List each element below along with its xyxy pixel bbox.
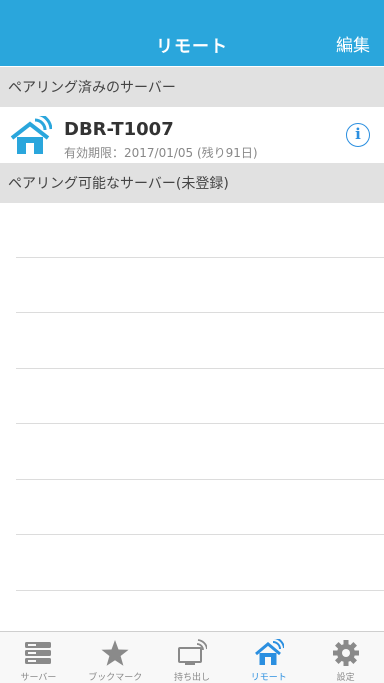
- list-separator: [16, 590, 384, 591]
- list-separator: [16, 534, 384, 535]
- tab-remote[interactable]: リモート: [230, 632, 307, 683]
- tab-label: サーバー: [20, 673, 57, 683]
- paired-servers-header: ペアリング済みのサーバー: [0, 67, 384, 107]
- info-button[interactable]: i: [346, 123, 370, 147]
- server-name: DBR-T1007: [64, 119, 174, 140]
- list-separator: [16, 479, 384, 480]
- list-separator: [16, 312, 384, 313]
- tab-label: 持ち出し: [173, 673, 210, 683]
- gear-icon: [332, 640, 359, 666]
- tab-takeout[interactable]: 持ち出し: [154, 632, 231, 683]
- tab-label: リモート: [250, 673, 287, 683]
- tab-server[interactable]: サーバー: [0, 632, 77, 683]
- house-wifi-icon: [10, 116, 52, 154]
- list-separator: [16, 257, 384, 258]
- tab-bar: サーバー ブックマーク 持ち出し リモート 設定: [0, 631, 384, 683]
- list-separator: [16, 423, 384, 424]
- tab-label: 設定: [336, 673, 355, 683]
- available-servers-list: [0, 203, 384, 631]
- tab-settings[interactable]: 設定: [307, 632, 384, 683]
- list-separator: [16, 368, 384, 369]
- page-title: リモート: [156, 37, 228, 57]
- takeout-icon: [177, 639, 207, 665]
- server-icon: [25, 642, 52, 664]
- tab-label: ブックマーク: [88, 673, 143, 683]
- server-expiry: 有効期限：2017/01/05 (残り91日): [64, 146, 258, 160]
- star-icon: [101, 640, 129, 666]
- navigation-bar: リモート 編集: [0, 0, 384, 66]
- paired-server-row[interactable]: DBR-T1007 有効期限：2017/01/05 (残り91日) i: [0, 107, 384, 163]
- remote-house-icon: [254, 639, 284, 665]
- edit-button[interactable]: 編集: [336, 31, 370, 56]
- available-servers-header: ペアリング可能なサーバー(未登録): [0, 163, 384, 203]
- tab-bookmark[interactable]: ブックマーク: [77, 632, 154, 683]
